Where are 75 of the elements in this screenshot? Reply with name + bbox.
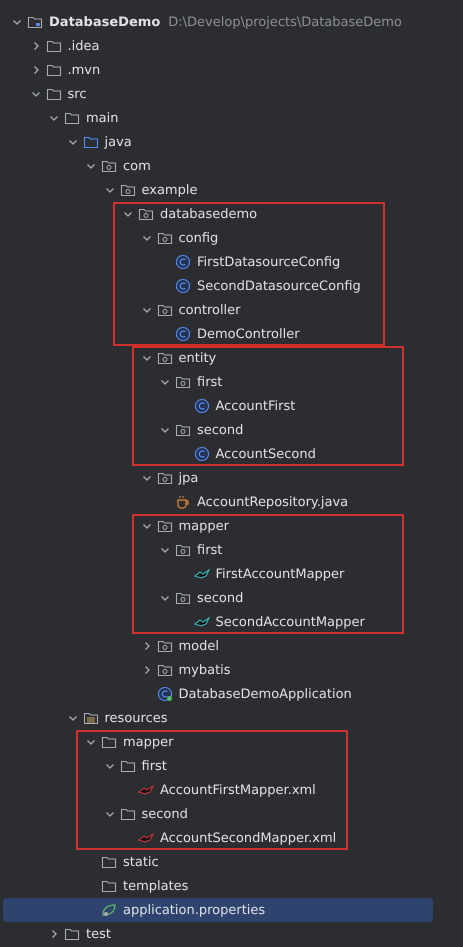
folder-icon bbox=[120, 758, 136, 774]
tree-item[interactable]: AccountFirst bbox=[3, 394, 433, 418]
package-icon bbox=[138, 206, 154, 222]
package-icon bbox=[175, 590, 191, 606]
tree-item[interactable]: .idea bbox=[3, 34, 433, 58]
tree-item[interactable]: first bbox=[3, 754, 433, 778]
package-icon bbox=[101, 158, 117, 174]
package-icon bbox=[156, 230, 172, 246]
tree-item[interactable]: second bbox=[3, 586, 433, 610]
tree-item[interactable]: src bbox=[3, 82, 433, 106]
class-icon bbox=[175, 254, 191, 270]
tree-item[interactable]: config bbox=[3, 226, 433, 250]
tree-item[interactable]: .mvn bbox=[3, 58, 433, 82]
tree-item[interactable]: second bbox=[3, 802, 433, 826]
folder-icon bbox=[46, 38, 62, 54]
tree-item[interactable]: resources bbox=[3, 706, 433, 730]
tree-item[interactable]: AccountSecond bbox=[3, 442, 433, 466]
tree-item[interactable]: com bbox=[3, 154, 433, 178]
class-icon bbox=[156, 686, 172, 702]
class-icon bbox=[175, 326, 191, 342]
folder-icon bbox=[46, 86, 62, 102]
tree-item[interactable]: model bbox=[3, 634, 433, 658]
package-icon bbox=[156, 662, 172, 678]
package-icon bbox=[156, 638, 172, 654]
project-path: D:\Develop\projects\DatabaseDemo bbox=[168, 14, 402, 30]
tree-item[interactable]: application.properties bbox=[3, 898, 433, 922]
tree-item[interactable]: static bbox=[3, 850, 433, 874]
tree-item[interactable]: AccountSecondMapper.xml bbox=[3, 826, 433, 850]
tree-item[interactable]: DatabaseDemoApplication bbox=[3, 682, 433, 706]
tree-item[interactable]: databasedemo bbox=[3, 202, 433, 226]
package-icon bbox=[156, 350, 172, 366]
package-icon bbox=[175, 542, 191, 558]
tree-item[interactable]: java bbox=[3, 130, 433, 154]
package-icon bbox=[156, 470, 172, 486]
package-icon bbox=[156, 518, 172, 534]
folder-icon bbox=[120, 806, 136, 822]
folder-icon bbox=[46, 62, 62, 78]
tree-item[interactable]: first bbox=[3, 538, 433, 562]
folder-icon bbox=[82, 710, 98, 726]
package-icon bbox=[120, 182, 136, 198]
tree-item[interactable]: SecondDatasourceConfig bbox=[3, 274, 433, 298]
class-icon bbox=[175, 278, 191, 294]
leaf-icon bbox=[101, 902, 117, 918]
folder-icon bbox=[101, 854, 117, 870]
tree-item[interactable]: mapper bbox=[3, 514, 433, 538]
tree-item[interactable]: AccountRepository.java bbox=[3, 490, 433, 514]
tree-item[interactable]: first bbox=[3, 370, 433, 394]
folder-icon bbox=[64, 926, 80, 942]
tree-item[interactable]: example bbox=[3, 178, 433, 202]
tree-item[interactable]: templates bbox=[3, 874, 433, 898]
folder-icon bbox=[27, 14, 43, 30]
tree-item[interactable]: FirstDatasourceConfig bbox=[3, 250, 433, 274]
package-icon bbox=[175, 422, 191, 438]
tree-item[interactable]: DemoController bbox=[3, 322, 433, 346]
tree-item[interactable]: main bbox=[3, 106, 433, 130]
tree-item[interactable]: jpa bbox=[3, 466, 433, 490]
cup-icon bbox=[175, 494, 191, 510]
folder-icon bbox=[82, 134, 98, 150]
tree-item[interactable]: second bbox=[3, 418, 433, 442]
folder-icon bbox=[64, 110, 80, 126]
tree-item[interactable]: test bbox=[3, 922, 433, 946]
tree-item[interactable]: entity bbox=[3, 346, 433, 370]
class-icon bbox=[194, 398, 210, 414]
tree-item[interactable]: DatabaseDemo D:\Develop\projects\DatabaseDemo bbox=[3, 10, 433, 34]
folder-icon bbox=[101, 878, 117, 894]
tree-item[interactable]: mybatis bbox=[3, 658, 433, 682]
package-icon bbox=[156, 302, 172, 318]
tree-item[interactable]: controller bbox=[3, 298, 433, 322]
folder-icon bbox=[101, 734, 117, 750]
tree-item[interactable]: mapper bbox=[3, 730, 433, 754]
package-icon bbox=[175, 374, 191, 390]
tree-item[interactable]: AccountFirstMapper.xml bbox=[3, 778, 433, 802]
tree-item[interactable]: SecondAccountMapper bbox=[3, 610, 433, 634]
tree-item[interactable]: FirstAccountMapper bbox=[3, 562, 433, 586]
class-icon bbox=[194, 446, 210, 462]
